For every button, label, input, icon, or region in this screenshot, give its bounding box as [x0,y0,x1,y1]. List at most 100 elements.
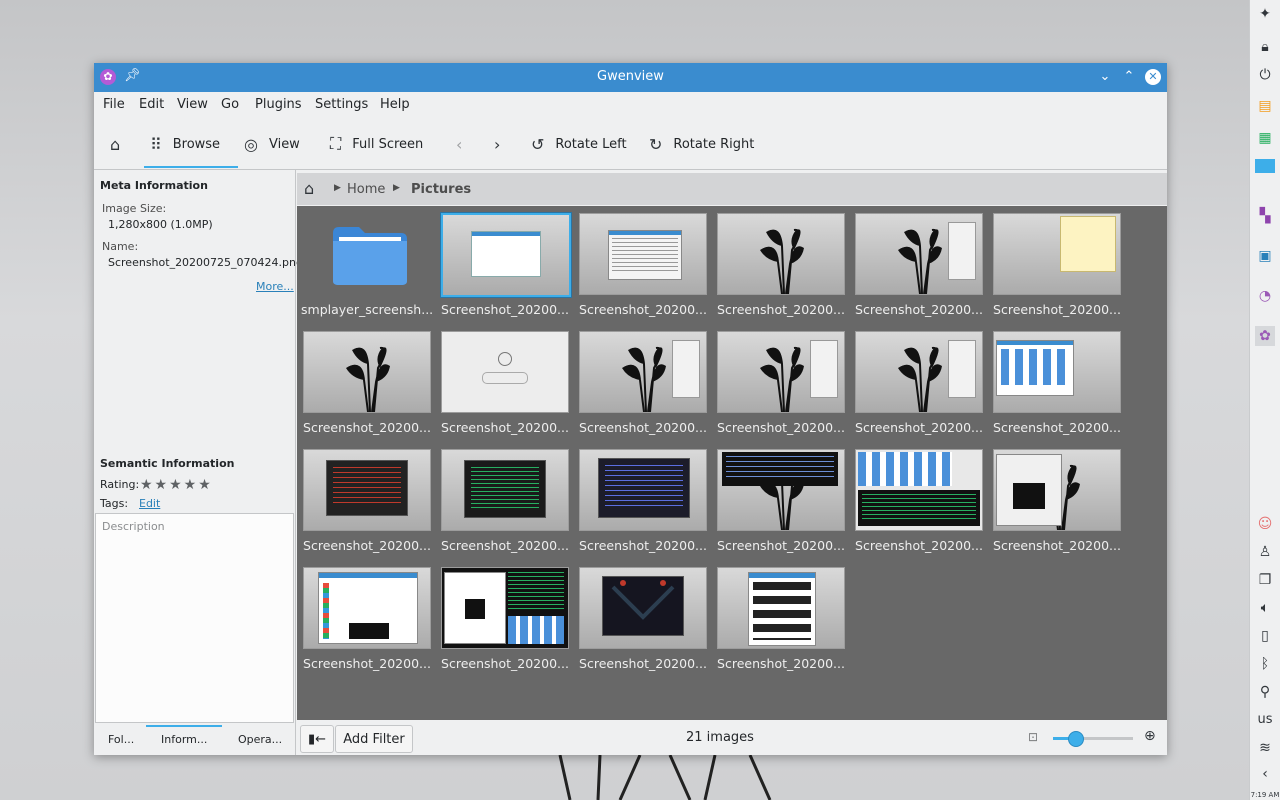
previous-button[interactable]: ‹ [456,133,473,155]
fullscreen-button[interactable]: ⛶ Full Screen [330,133,423,155]
thumbnail-image [441,449,569,531]
thumbnail-item[interactable]: smplayer_screensh... [301,207,433,319]
thumbnail-item[interactable]: Screenshot_20200... [577,561,709,673]
next-button[interactable]: › [494,133,511,155]
thumbnail-image [579,213,707,295]
eye-icon: ◎ [244,134,258,154]
description-placeholder: Description [102,520,165,533]
thumbnail-image [993,213,1121,295]
thumbnail-item[interactable]: Screenshot_20200... [301,561,433,673]
thumbnail-item[interactable]: Screenshot_20200... [439,207,571,319]
clock[interactable]: 7:19 AM [1250,791,1280,799]
lock-icon[interactable]: 🔒︎ [1255,37,1275,57]
breadcrumb-home[interactable]: Home [347,182,385,197]
thumbnail-item[interactable]: Screenshot_20200... [853,443,985,555]
tab-information[interactable]: Inform... [161,733,207,746]
thumbnail-caption: Screenshot_20200... [441,538,569,553]
window-task-icon[interactable] [1255,156,1275,176]
more-link[interactable]: More... [256,280,294,293]
keyboard-layout[interactable]: us [1250,712,1280,727]
home-icon[interactable]: ⌂ [304,179,314,198]
chevron-left-icon[interactable]: ‹ [1255,764,1275,784]
menu-go[interactable]: Go [221,97,239,112]
rotate-left-button[interactable]: ↺ Rotate Left [531,133,627,155]
thumbnail-image [993,449,1121,531]
maximize-button[interactable]: ⌃ [1121,69,1137,85]
thumbnail-image [855,449,983,531]
thumbnail-image [441,213,571,297]
notes-app-icon[interactable]: ▤ [1255,96,1275,116]
thumbnail-item[interactable]: Screenshot_20200... [991,325,1123,437]
add-filter-button[interactable]: Add Filter [335,725,413,753]
menu-settings[interactable]: Settings [315,97,368,112]
user-icon[interactable]: ♙ [1255,542,1275,562]
menu-edit[interactable]: Edit [139,97,164,112]
calculator-app-icon[interactable]: ▦ [1255,128,1275,148]
menu-view[interactable]: View [177,97,208,112]
home-icon: ⌂ [110,134,121,154]
thumbnail-item[interactable]: Screenshot_20200... [301,325,433,437]
home-button[interactable]: ⌂ [110,133,131,155]
battery-icon[interactable]: ▯ [1255,626,1275,646]
thumbnail-item[interactable]: Screenshot_20200... [991,443,1123,555]
thumbnail-item[interactable]: Screenshot_20200... [439,325,571,437]
thumbnail-item[interactable]: Screenshot_20200... [577,207,709,319]
thumbnail-item[interactable]: Screenshot_20200... [439,561,571,673]
monitor-app-icon[interactable]: ◔ [1255,286,1275,306]
gwenview-task-icon[interactable]: ✿ [1255,326,1275,346]
toolbar: ⌂ ⠿ Browse ◎ View ⛶ Full Screen ‹ › ↺ Rotate… [94,121,1167,170]
zoom-fit-icon[interactable]: ⊡ [1028,730,1038,744]
thumbnail-item[interactable]: Screenshot_20200... [577,443,709,555]
rating-stars[interactable]: ★★★★★ [140,477,213,493]
zoom-in-icon[interactable]: ⊕ [1144,728,1156,744]
zoom-slider-handle[interactable] [1067,731,1084,747]
close-button[interactable]: ✕ [1145,69,1161,85]
power-icon[interactable]: ⏻ [1255,65,1275,85]
titlebar[interactable]: ✿ 📌︎ Gwenview ⌄ ⌃ ✕ [94,63,1167,92]
thumbnail-item[interactable]: Screenshot_20200... [853,207,985,319]
breadcrumb-pictures[interactable]: Pictures [411,182,471,197]
tags-edit-link[interactable]: Edit [139,497,160,510]
view-label: View [268,136,300,152]
app-grid-icon[interactable]: ▚ [1255,206,1275,226]
menu-plugins[interactable]: Plugins [255,97,302,112]
wifi-icon[interactable]: ≋ [1255,738,1275,758]
rotate-right-button[interactable]: ↻ Rotate Right [649,133,754,155]
gwenview-window: ✿ 📌︎ Gwenview ⌄ ⌃ ✕ File Edit View Go Pl… [94,63,1167,755]
tab-operations[interactable]: Opera... [238,733,282,746]
thumbnail-item[interactable]: Screenshot_20200... [715,207,847,319]
clipboard-icon[interactable]: ❐ [1255,570,1275,590]
breadcrumb-separator-icon: ▶ [334,183,341,193]
thumbnail-item[interactable]: Screenshot_20200... [991,207,1123,319]
kde-launcher-icon[interactable]: ✦ [1255,4,1275,24]
thumbnail-item[interactable]: Screenshot_20200... [715,325,847,437]
toggle-sidebar-button[interactable]: ▮← [300,725,334,753]
meta-info-heading: Meta Information [100,179,208,192]
browse-label: Browse [172,136,221,152]
minimize-button[interactable]: ⌄ [1097,69,1113,85]
tab-folders[interactable]: Fol... [108,733,134,746]
ghost-icon[interactable]: ☺ [1255,514,1275,534]
thumbnail-item[interactable]: Screenshot_20200... [853,325,985,437]
thumbnail-caption: Screenshot_20200... [717,302,845,317]
thumbnail-caption: Screenshot_20200... [441,656,569,671]
thumbnail-image [579,331,707,413]
menu-help[interactable]: Help [380,97,410,112]
view-button[interactable]: ◎ View [244,133,300,155]
thumbnail-item[interactable]: Screenshot_20200... [439,443,571,555]
thumbnail-image [579,567,707,649]
thumbnail-item[interactable]: Screenshot_20200... [301,443,433,555]
thumbnail-item[interactable]: Screenshot_20200... [715,561,847,673]
thumbnail-item[interactable]: Screenshot_20200... [715,443,847,555]
thumbnail-caption: Screenshot_20200... [579,538,707,553]
volume-icon[interactable]: 🔈︎ [1255,598,1275,618]
browse-button[interactable]: ⠿ Browse [150,133,220,155]
bluetooth-icon[interactable]: ᛒ [1255,654,1275,674]
menu-file[interactable]: File [103,97,125,112]
thumbnail-item[interactable]: Screenshot_20200... [577,325,709,437]
usb-icon[interactable]: ⚲ [1255,682,1275,702]
thumbnail-image [441,567,569,649]
description-field[interactable]: Description [95,513,294,723]
thumbnail-image [303,567,431,649]
dolphin-app-icon[interactable]: ▣ [1255,246,1275,266]
